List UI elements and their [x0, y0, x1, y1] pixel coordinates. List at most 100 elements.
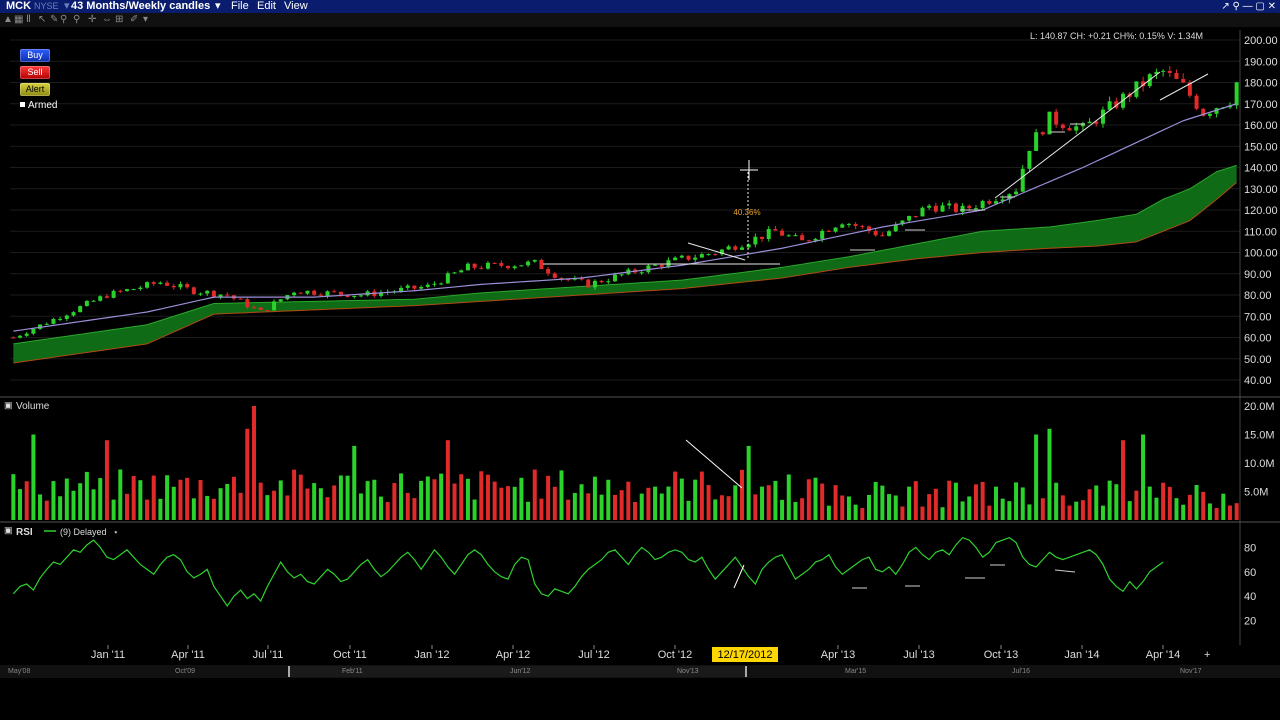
volume-bar — [506, 486, 511, 520]
candle-body — [1174, 72, 1179, 79]
add-icon[interactable]: + — [1204, 649, 1210, 661]
candle-body — [485, 262, 490, 269]
candle-body — [1207, 113, 1212, 116]
candle-body — [967, 205, 972, 209]
rsi-axis: 80 60 40 20 — [1244, 542, 1256, 627]
candle-body — [238, 298, 243, 300]
candle-body — [1027, 150, 1032, 169]
volume-bar — [973, 484, 978, 520]
volume-bar — [526, 501, 531, 520]
volume-bar — [679, 478, 684, 520]
candle-body — [1067, 128, 1072, 131]
volume-bar — [265, 495, 270, 520]
candle-body — [338, 291, 343, 295]
sell-button[interactable]: Sell — [20, 66, 50, 79]
candle-body — [693, 257, 698, 260]
volume-bar — [211, 498, 216, 520]
candle-body — [258, 307, 263, 310]
price-tick-label: 160.00 — [1244, 120, 1278, 132]
armed-checkbox[interactable] — [20, 102, 25, 107]
candle-body — [499, 263, 504, 266]
volume-bar — [338, 475, 343, 520]
candle-body — [205, 290, 210, 294]
volume-bar — [1007, 501, 1012, 520]
candle-body — [332, 291, 337, 293]
candle-body — [145, 282, 150, 288]
buy-button[interactable]: Buy — [20, 49, 50, 62]
date-tick-label: Jul '12 — [578, 649, 609, 661]
collapse-icon[interactable]: ▣ — [4, 400, 13, 410]
candle-body — [131, 288, 136, 290]
price-tick-label: 90.00 — [1244, 269, 1272, 281]
moving-average-line — [13, 103, 1237, 332]
annotation-arrow[interactable] — [733, 564, 745, 589]
trend-line[interactable] — [994, 71, 1161, 199]
volume-bar — [953, 482, 958, 520]
volume-bar — [1194, 484, 1199, 520]
volume-bar — [552, 486, 557, 520]
volume-bar — [1067, 505, 1072, 520]
candle-body — [619, 274, 624, 276]
candle-body — [1161, 70, 1166, 72]
volume-bar — [131, 476, 136, 520]
volume-bar — [866, 494, 871, 520]
volume-bar — [566, 499, 571, 520]
collapse-icon[interactable]: ▣ — [4, 525, 13, 535]
volume-bar — [1047, 428, 1052, 520]
armed-toggle[interactable]: Armed — [20, 100, 57, 111]
volume-bar — [673, 471, 678, 520]
candle-body — [973, 208, 978, 210]
candle-body — [846, 223, 851, 225]
candle-body — [800, 235, 805, 241]
volume-bar — [44, 500, 49, 520]
rsi-settings-icon[interactable]: ⋆ — [113, 527, 119, 537]
volume-bar — [104, 440, 109, 520]
trend-line[interactable] — [687, 242, 746, 261]
volume-bar — [599, 494, 604, 520]
volume-bar — [205, 495, 210, 520]
candle-body — [98, 296, 103, 301]
volume-bar — [352, 445, 357, 520]
candle-body — [519, 265, 524, 267]
volume-bar — [920, 506, 925, 520]
date-tick-label: Apr '12 — [496, 649, 531, 661]
volume-bars — [11, 406, 1239, 520]
volume-bar — [145, 499, 150, 520]
candle-body — [318, 294, 323, 296]
volume-bar — [64, 478, 69, 520]
volume-bar — [773, 480, 778, 520]
rsi-support-mark[interactable] — [1054, 569, 1076, 573]
volume-bar — [218, 488, 223, 520]
volume-bar — [298, 474, 303, 520]
volume-bar — [820, 483, 825, 520]
timeline-scrollbar[interactable]: May'08 Oct'09 Feb'11 Jun'12 Nov'13 Mar'15 Jul'… — [0, 665, 1280, 678]
candle-body — [412, 285, 417, 289]
candle-body — [265, 309, 270, 311]
volume-bar — [198, 480, 203, 520]
volume-bar — [746, 445, 751, 520]
candle-body — [472, 263, 477, 268]
volume-bar — [1020, 487, 1025, 520]
price-tick-label: 170.00 — [1244, 99, 1278, 111]
chart-canvas[interactable]: 200.00 190.00 180.00 170.00 160.00 150.00 140.… — [0, 0, 1280, 720]
date-tick-label: Apr '11 — [171, 649, 205, 661]
volume-tick-label: 5.0M — [1244, 487, 1268, 499]
rsi-legend: (9) Delayed — [60, 527, 107, 537]
timeline-thumb[interactable] — [288, 666, 747, 677]
volume-bar — [987, 505, 992, 520]
volume-bar — [612, 494, 617, 520]
volume-bar — [639, 493, 644, 520]
alert-button[interactable]: Alert — [20, 83, 50, 96]
volume-bar — [245, 428, 250, 520]
price-tick-label: 100.00 — [1244, 248, 1278, 260]
volume-bar — [907, 486, 912, 520]
volume-bar — [191, 498, 196, 520]
candle-body — [358, 295, 363, 297]
volume-bar — [940, 507, 945, 520]
candle-body — [526, 261, 531, 266]
candle-body — [1107, 101, 1112, 110]
trend-line[interactable] — [1159, 73, 1209, 101]
volume-bar — [1134, 490, 1139, 520]
candle-body — [1194, 95, 1199, 109]
volume-bar — [1054, 482, 1059, 520]
